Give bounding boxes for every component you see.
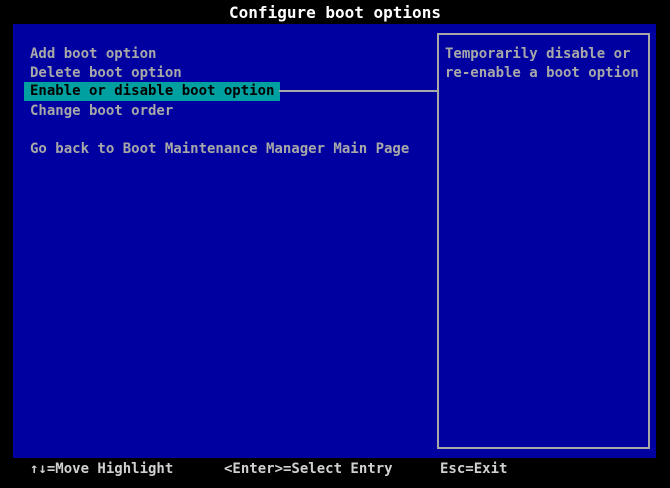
- help-panel: [437, 33, 650, 449]
- key-hint-esc-exit: Esc=Exit: [440, 461, 508, 477]
- help-text-line: Temporarily disable or: [445, 46, 631, 62]
- menu-item-enable-disable-boot-option[interactable]: Enable or disable boot option: [24, 82, 281, 101]
- key-hint-move-highlight: ↑↓=Move Highlight: [30, 461, 174, 477]
- page-title: Configure boot options: [229, 3, 441, 22]
- menu-item-add-boot-option[interactable]: Add boot option: [30, 45, 156, 64]
- firmware-setup-screen: Configure boot options Add boot option D…: [0, 0, 670, 488]
- help-text-line: re-enable a boot option: [445, 65, 639, 81]
- menu-item-go-back-main-page[interactable]: Go back to Boot Maintenance Manager Main…: [30, 140, 409, 159]
- menu-item-change-boot-order[interactable]: Change boot order: [30, 102, 173, 121]
- selection-connector-line: [279, 90, 437, 92]
- menu-item-delete-boot-option[interactable]: Delete boot option: [30, 64, 182, 83]
- key-hint-select-entry: <Enter>=Select Entry: [224, 461, 393, 477]
- title-bar: Configure boot options: [0, 0, 670, 24]
